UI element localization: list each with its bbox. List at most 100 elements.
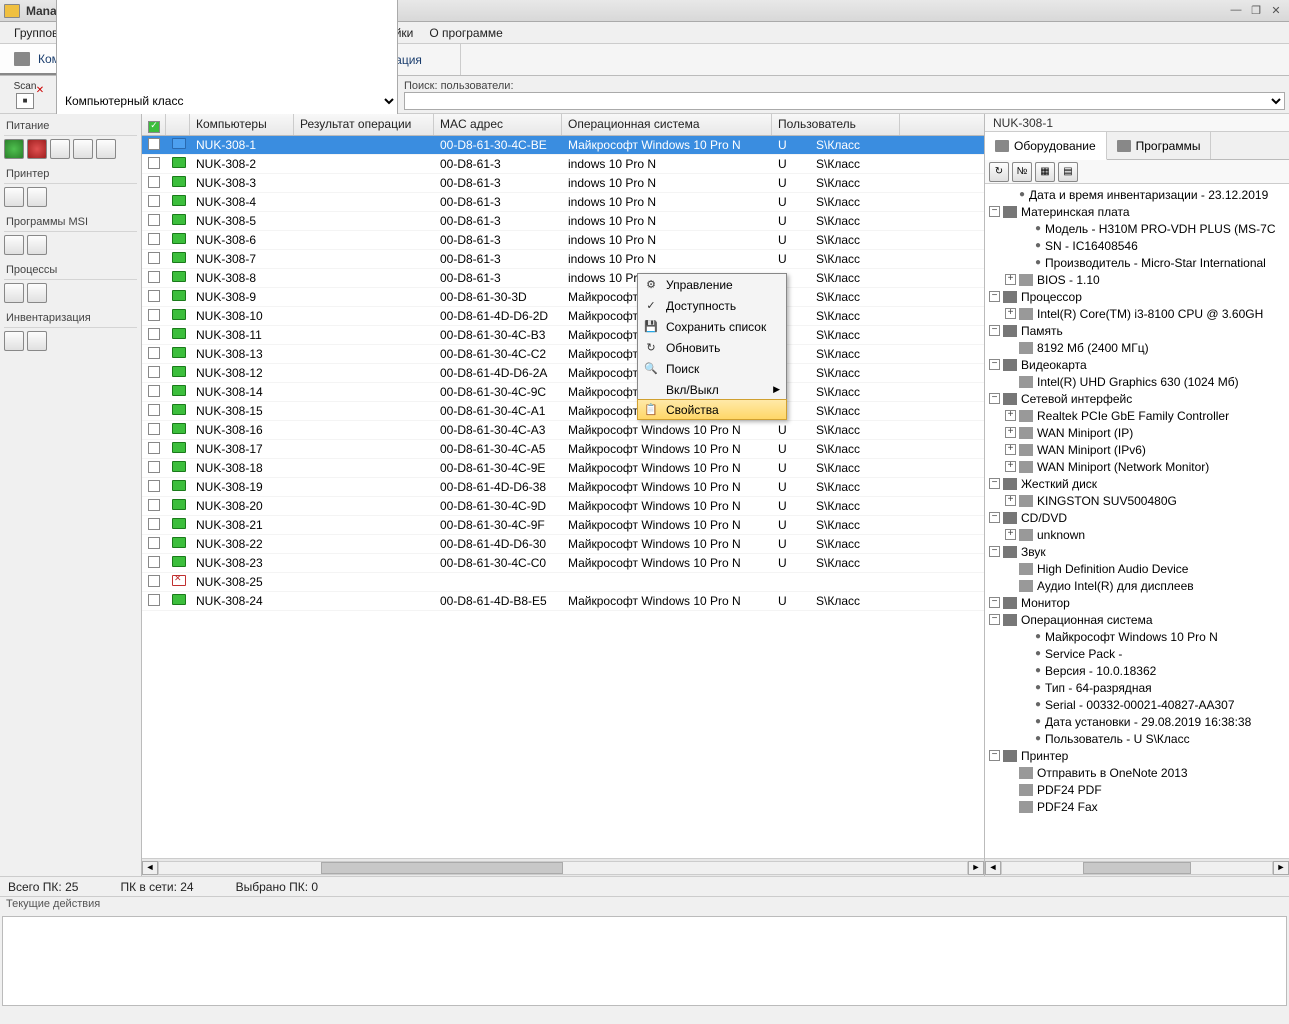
horizontal-scrollbar[interactable]: ◄ ► — [142, 858, 984, 876]
minimize-button[interactable]: — — [1227, 4, 1245, 18]
tree-node[interactable]: −Видеокарта — [985, 356, 1289, 373]
tree-node[interactable]: −CD/DVD — [985, 509, 1289, 526]
details-tab[interactable]: Оборудование — [985, 132, 1107, 160]
table-row[interactable]: NUK-308-2100-D8-61-30-4C-9FМайкрософт Wi… — [142, 516, 984, 535]
tree-node[interactable]: +KINGSTON SUV500480G — [985, 492, 1289, 509]
tree-node[interactable]: Intel(R) UHD Graphics 630 (1024 Мб) — [985, 373, 1289, 390]
table-row[interactable]: NUK-308-2000-D8-61-30-4C-9DМайкрософт Wi… — [142, 497, 984, 516]
tree-node[interactable]: ●SN - IC16408546 — [985, 237, 1289, 254]
tree-node[interactable]: PDF24 Fax — [985, 798, 1289, 815]
row-checkbox[interactable] — [148, 214, 160, 226]
table-row[interactable]: NUK-308-1700-D8-61-30-4C-A5Майкрософт Wi… — [142, 440, 984, 459]
tree-node[interactable]: −Память — [985, 322, 1289, 339]
tool-button[interactable] — [4, 187, 24, 207]
tree-node[interactable]: ●Тип - 64-разрядная — [985, 679, 1289, 696]
table-row[interactable]: NUK-308-800-D8-61-3indows 10 Pro NUS\Кла… — [142, 269, 984, 288]
tree-node[interactable]: −Звук — [985, 543, 1289, 560]
tool-button[interactable] — [4, 235, 24, 255]
tree-toggle-icon[interactable]: + — [1005, 529, 1016, 540]
tree-node[interactable]: High Definition Audio Device — [985, 560, 1289, 577]
row-checkbox[interactable] — [148, 366, 160, 378]
tree-toggle-icon[interactable]: + — [1005, 444, 1016, 455]
tree-node[interactable]: +BIOS - 1.10 — [985, 271, 1289, 288]
context-menu-item[interactable]: 📋Свойства — [637, 399, 787, 420]
table-row[interactable]: NUK-308-300-D8-61-3indows 10 Pro NUS\Кла… — [142, 174, 984, 193]
tree-toggle-icon[interactable]: − — [989, 614, 1000, 625]
tool-button[interactable] — [50, 139, 70, 159]
table-row[interactable]: NUK-308-500-D8-61-3indows 10 Pro NUS\Кла… — [142, 212, 984, 231]
tool-button[interactable] — [4, 331, 24, 351]
scan-cancel-icon[interactable]: ✕ — [36, 85, 44, 96]
details-scrollbar[interactable]: ◄ ► — [985, 858, 1289, 876]
context-menu-item[interactable]: ⚙Управление — [638, 274, 786, 295]
tool-button[interactable] — [27, 235, 47, 255]
tool-icon[interactable]: № — [1012, 162, 1032, 182]
table-row[interactable]: NUK-308-1900-D8-61-4D-D6-38Майкрософт Wi… — [142, 478, 984, 497]
table-row[interactable]: NUK-308-2300-D8-61-30-4C-C0Майкрософт Wi… — [142, 554, 984, 573]
row-checkbox[interactable] — [148, 176, 160, 188]
tree-toggle-icon[interactable]: − — [989, 597, 1000, 608]
tree-toggle-icon[interactable]: − — [989, 546, 1000, 557]
tree-node[interactable]: ●Версия - 10.0.18362 — [985, 662, 1289, 679]
tree-node[interactable]: −Материнская плата — [985, 203, 1289, 220]
tree-node[interactable]: ●Дата установки - 29.08.2019 16:38:38 — [985, 713, 1289, 730]
row-checkbox[interactable] — [148, 347, 160, 359]
tree-node[interactable]: 8192 Мб (2400 МГц) — [985, 339, 1289, 356]
row-checkbox[interactable] — [148, 404, 160, 416]
header-result[interactable]: Результат операции — [294, 114, 434, 135]
table-row[interactable]: NUK-308-900-D8-61-30-3DМайкрософт Window… — [142, 288, 984, 307]
tree-toggle-icon[interactable]: + — [1005, 461, 1016, 472]
tree-node[interactable]: Отправить в OneNote 2013 — [985, 764, 1289, 781]
tool-button[interactable] — [73, 139, 93, 159]
menu-item[interactable]: О программе — [421, 24, 510, 42]
tree-toggle-icon[interactable]: + — [1005, 274, 1016, 285]
row-checkbox[interactable] — [148, 499, 160, 511]
tool-button[interactable] — [4, 139, 24, 159]
tree-toggle-icon[interactable]: − — [989, 478, 1000, 489]
tree-toggle-icon[interactable]: − — [989, 291, 1000, 302]
table-row[interactable]: NUK-308-200-D8-61-3indows 10 Pro NUS\Кла… — [142, 155, 984, 174]
tree-node[interactable]: +WAN Miniport (IPv6) — [985, 441, 1289, 458]
tree-node[interactable]: ●Модель - H310M PRO-VDH PLUS (MS-7С — [985, 220, 1289, 237]
tree-toggle-icon[interactable]: − — [989, 750, 1000, 761]
scroll-left-icon[interactable]: ◄ — [142, 861, 158, 875]
tree-toggle-icon[interactable]: − — [989, 359, 1000, 370]
row-checkbox[interactable] — [148, 518, 160, 530]
context-menu-item[interactable]: Вкл/Выкл▶ — [638, 379, 786, 400]
row-checkbox[interactable] — [148, 271, 160, 283]
row-checkbox[interactable] — [148, 575, 160, 587]
tool-icon[interactable]: ▤ — [1058, 162, 1078, 182]
tree-node[interactable]: +WAN Miniport (IP) — [985, 424, 1289, 441]
table-row[interactable]: NUK-308-1200-D8-61-4D-D6-2AМайкрософт Wi… — [142, 364, 984, 383]
header-mac[interactable]: MAC адрес — [434, 114, 562, 135]
row-checkbox[interactable] — [148, 195, 160, 207]
tool-button[interactable] — [27, 187, 47, 207]
row-checkbox[interactable] — [148, 480, 160, 492]
row-checkbox[interactable] — [148, 556, 160, 568]
tree-node[interactable]: −Операционная система — [985, 611, 1289, 628]
scroll-left-icon[interactable]: ◄ — [985, 861, 1001, 875]
tool-button[interactable] — [96, 139, 116, 159]
tree-node[interactable]: ●Пользователь - U S\Класс — [985, 730, 1289, 747]
row-checkbox[interactable] — [148, 423, 160, 435]
table-row[interactable]: NUK-308-1100-D8-61-30-4C-B3Майкрософт Wi… — [142, 326, 984, 345]
row-checkbox[interactable] — [148, 537, 160, 549]
header-name[interactable]: Компьютеры — [190, 114, 294, 135]
tree-node[interactable]: ●Майкрософт Windows 10 Pro N — [985, 628, 1289, 645]
tree-node[interactable]: −Процессор — [985, 288, 1289, 305]
context-menu-item[interactable]: ✓Доступность — [638, 295, 786, 316]
tool-button[interactable] — [27, 283, 47, 303]
tree-node[interactable]: ●Дата и время инвентаризации - 23.12.201… — [985, 186, 1289, 203]
tree-toggle-icon[interactable]: − — [989, 206, 1000, 217]
table-row[interactable]: NUK-308-2400-D8-61-4D-B8-E5Майкрософт Wi… — [142, 592, 984, 611]
tree-node[interactable]: −Принтер — [985, 747, 1289, 764]
row-checkbox[interactable] — [148, 461, 160, 473]
tool-icon[interactable]: ▦ — [1035, 162, 1055, 182]
row-checkbox[interactable] — [148, 328, 160, 340]
table-row[interactable]: NUK-308-600-D8-61-3indows 10 Pro NUS\Кла… — [142, 231, 984, 250]
table-row[interactable]: NUK-308-400-D8-61-3indows 10 Pro NUS\Кла… — [142, 193, 984, 212]
tree-node[interactable]: +Realtek PCIe GbE Family Controller — [985, 407, 1289, 424]
tree-toggle-icon[interactable]: − — [989, 325, 1000, 336]
row-checkbox[interactable] — [148, 157, 160, 169]
tree-node[interactable]: Аудио Intel(R) для дисплеев — [985, 577, 1289, 594]
